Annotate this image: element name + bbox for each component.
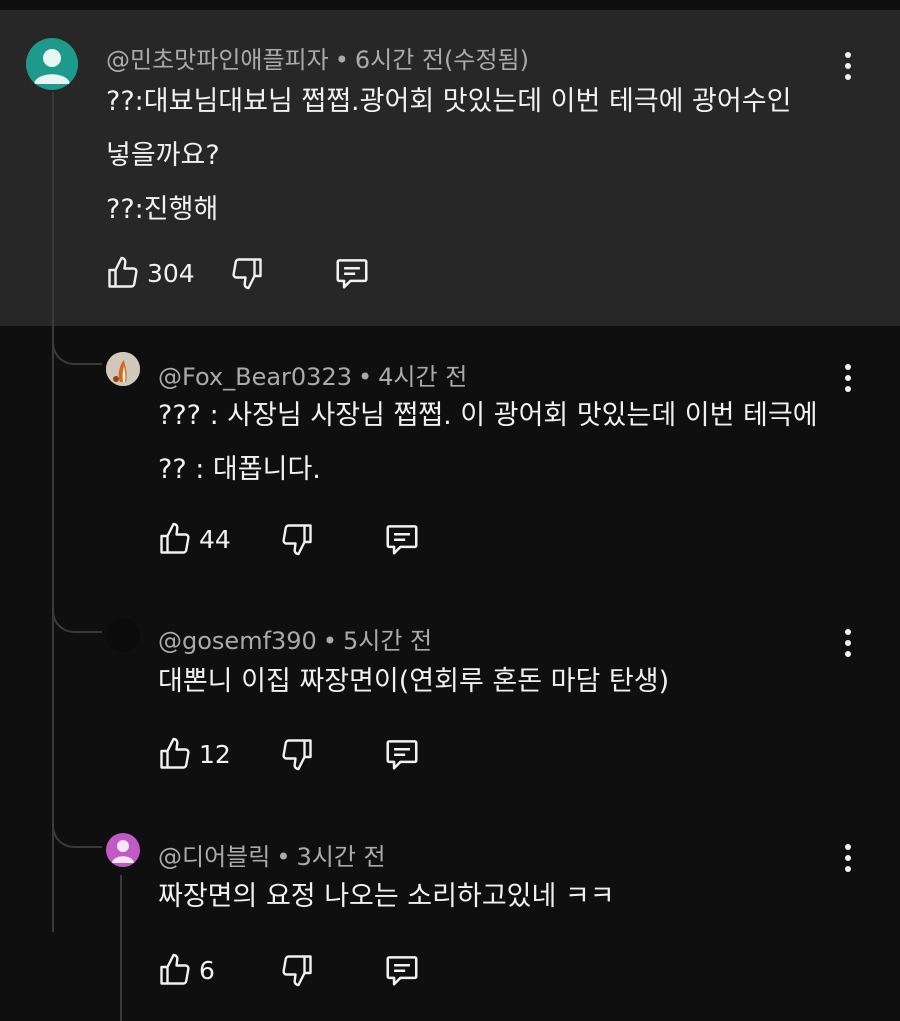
comment-line: 넣을까요? — [106, 140, 220, 171]
more-options-button[interactable] — [838, 48, 858, 84]
comment-time: 4시간 전 — [378, 363, 468, 391]
avatar[interactable] — [106, 833, 140, 867]
reply-icon — [386, 956, 418, 986]
dislike-button[interactable] — [279, 736, 315, 772]
like-count: 304 — [147, 258, 195, 288]
comment-author[interactable]: @디어블릭 — [158, 843, 270, 871]
comment-meta: @디어블릭 • 3시간 전 — [158, 837, 386, 872]
reply-button[interactable] — [382, 520, 422, 558]
like-count: 12 — [199, 739, 231, 769]
like-button[interactable]: 12 — [157, 736, 231, 772]
more-options-button[interactable] — [838, 625, 858, 661]
avatar[interactable] — [106, 618, 140, 652]
avatar[interactable] — [106, 352, 140, 386]
comment-line: 대뽄니 이집 짜장면이(연회루 혼돈 마담 탄생) — [158, 666, 670, 697]
comment-actions: 6 — [157, 950, 422, 990]
more-options-button[interactable] — [838, 360, 858, 396]
comment-actions: 44 — [157, 519, 422, 559]
reply-button[interactable] — [382, 951, 422, 989]
comment-text: ??? : 사장님 사장님 쩝쩝. 이 광어회 맛있는데 이번 테극에 ?? :… — [158, 389, 818, 497]
thumb-down-icon — [282, 955, 312, 987]
thumb-down-icon — [282, 739, 312, 771]
meta-separator: • — [322, 627, 337, 655]
reply-icon — [386, 525, 418, 555]
comment-line: ?? : 대폽니다. — [158, 454, 321, 485]
thumb-down-icon — [232, 258, 262, 290]
dislike-button[interactable] — [279, 952, 315, 988]
reply-button[interactable] — [382, 735, 422, 773]
like-count: 6 — [199, 955, 215, 985]
comment-text: 대뽄니 이집 짜장면이(연회루 혼돈 마담 탄생) — [158, 655, 669, 709]
comment-text: 짜장면의 요정 나오는 소리하고있네 ㅋㅋ — [158, 870, 615, 924]
comment-line: ??:대뵤님대뵤님 쩝쩝.광어회 맛있는데 이번 테극에 광어수인 — [106, 86, 792, 117]
comment-author[interactable]: @gosemf390 — [158, 627, 317, 655]
dislike-button[interactable] — [229, 255, 265, 291]
dislike-button[interactable] — [279, 521, 315, 557]
comment-line: 짜장면의 요정 나오는 소리하고있네 ㅋㅋ — [158, 881, 615, 912]
like-count: 44 — [199, 524, 231, 554]
meta-separator: • — [334, 46, 349, 74]
meta-separator: • — [357, 363, 373, 391]
default-avatar-icon — [34, 49, 70, 84]
reply-button[interactable] — [332, 254, 372, 292]
default-avatar-icon — [112, 840, 134, 863]
comment-time: 5시간 전 — [342, 627, 433, 655]
top-divider — [0, 0, 900, 11]
comment-actions: 304 — [105, 253, 372, 293]
thumb-up-icon — [160, 737, 190, 769]
avatar[interactable] — [26, 38, 78, 90]
more-options-button[interactable] — [838, 840, 858, 876]
comment-author[interactable]: @Fox_Bear0323 — [158, 363, 352, 391]
thread-connector — [52, 335, 102, 365]
comment-meta: @Fox_Bear0323 • 4시간 전 — [158, 357, 467, 392]
thread-connector — [52, 603, 102, 633]
comment-line: ??? : 사장님 사장님 쩝쩝. 이 광어회 맛있는데 이번 테극에 — [158, 400, 818, 431]
thread-line — [52, 92, 54, 932]
comment-meta: @민초맛파인애플피자 • 6시간 전(수정됨) — [106, 40, 529, 75]
comment-author[interactable]: @민초맛파인애플피자 — [106, 46, 329, 74]
like-button[interactable]: 44 — [157, 521, 231, 557]
comment-time: 3시간 전 — [296, 843, 386, 871]
comment-line: ??:진행해 — [106, 194, 219, 225]
comment-time: 6시간 전(수정됨) — [354, 46, 529, 74]
meta-separator: • — [276, 843, 291, 871]
like-button[interactable]: 304 — [105, 255, 195, 291]
comment-actions: 12 — [157, 734, 422, 774]
like-button[interactable]: 6 — [157, 952, 215, 988]
thumb-up-icon — [108, 256, 138, 288]
reply-thread-line — [120, 875, 122, 1021]
thumb-up-icon — [160, 522, 190, 554]
thread-connector — [52, 818, 102, 848]
comment-text: ??:대뵤님대뵤님 쩝쩝.광어회 맛있는데 이번 테극에 광어수인 넣을까요? … — [106, 75, 791, 237]
thumb-up-icon — [160, 953, 190, 985]
fox-avatar-icon — [106, 352, 140, 386]
reply-icon — [336, 259, 368, 289]
comment-meta: @gosemf390 • 5시간 전 — [158, 621, 432, 656]
reply-icon — [386, 740, 418, 770]
thumb-down-icon — [282, 524, 312, 556]
